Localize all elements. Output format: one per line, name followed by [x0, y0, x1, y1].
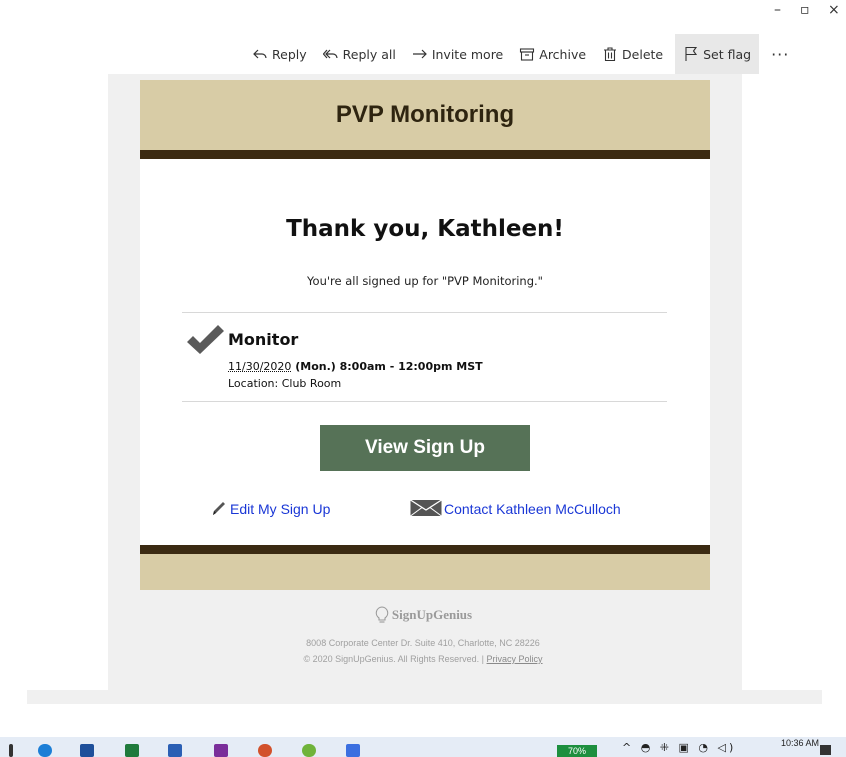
- slot-divider-top: [182, 312, 667, 313]
- logo-text: SignUpGenius: [391, 607, 473, 622]
- email-card: PVP Monitoring Thank you, Kathleen! You'…: [140, 80, 710, 590]
- edit-link-label: Edit My Sign Up: [230, 501, 331, 517]
- word-icon[interactable]: [168, 744, 182, 757]
- archive-icon: [520, 48, 535, 61]
- reply-label: Reply: [272, 46, 307, 62]
- more-options-button[interactable]: ···: [771, 45, 789, 64]
- reply-all-icon: [322, 49, 338, 59]
- envelope-icon: [410, 499, 442, 517]
- archive-button[interactable]: Archive: [519, 46, 586, 62]
- onenote-icon[interactable]: [214, 744, 228, 757]
- email-banner: PVP Monitoring: [140, 80, 710, 150]
- edge-browser-icon[interactable]: [38, 744, 52, 757]
- invite-more-button[interactable]: Invite more: [412, 46, 503, 62]
- slot-location: Location: Club Room: [228, 377, 342, 390]
- edit-my-sign-up-link[interactable]: Edit My Sign Up: [210, 499, 330, 517]
- lightbulb-icon: [375, 606, 389, 623]
- start-icon[interactable]: [9, 744, 13, 757]
- footer-band: [140, 554, 710, 590]
- windows-taskbar: 70% ^ ◓ ⁜ ▣ ◔ ◁) 10:36 AM: [0, 737, 846, 757]
- set-flag-button[interactable]: Set flag: [675, 34, 760, 74]
- reply-all-label: Reply all: [342, 46, 396, 62]
- archive-label: Archive: [539, 46, 587, 62]
- taskbar-clock[interactable]: 10:36 AM: [781, 738, 819, 748]
- slot-divider-bottom: [182, 401, 667, 402]
- copyright-text: © 2020 SignUpGenius. All Rights Reserved…: [303, 654, 487, 664]
- banner-divider: [140, 150, 710, 159]
- minimize-button[interactable]: –: [774, 2, 781, 18]
- slot-datetime: 11/30/2020 (Mon.) 8:00am - 12:00pm MST: [228, 360, 483, 373]
- delete-button[interactable]: Delete: [602, 46, 663, 62]
- pencil-icon: [213, 502, 225, 515]
- slot-date: 11/30/2020: [228, 360, 292, 373]
- view-sign-up-button[interactable]: View Sign Up: [320, 425, 530, 471]
- system-tray-icons[interactable]: ^ ◓ ⁜ ▣ ◔ ◁): [622, 741, 736, 754]
- message-toolbar: Reply Reply all Invite more Archive Dele…: [252, 34, 812, 74]
- thank-you-heading: Thank you, Kathleen!: [286, 216, 564, 242]
- app-icon[interactable]: [302, 744, 316, 757]
- battery-indicator[interactable]: 70%: [557, 745, 597, 757]
- close-button[interactable]: ×: [828, 2, 840, 18]
- signupgenius-logo: SignUpGenius: [0, 606, 846, 624]
- teams-icon[interactable]: [346, 744, 360, 757]
- excel-icon[interactable]: [125, 744, 139, 757]
- slot-title: Monitor: [228, 330, 299, 349]
- contact-organizer-link[interactable]: Contact Kathleen McCulloch: [410, 499, 621, 517]
- reply-button[interactable]: Reply: [252, 46, 307, 62]
- delete-label: Delete: [622, 46, 664, 62]
- notification-icon[interactable]: [820, 745, 831, 755]
- banner-title: PVP Monitoring: [335, 101, 515, 128]
- trash-icon: [604, 47, 617, 62]
- mail-app-icon[interactable]: [80, 744, 94, 757]
- checkmark-icon: [187, 325, 224, 354]
- flag-icon: [685, 46, 698, 61]
- reply-all-button[interactable]: Reply all: [322, 46, 396, 62]
- footer-copyright: © 2020 SignUpGenius. All Rights Reserved…: [0, 654, 846, 664]
- invite-more-label: Invite more: [431, 46, 504, 62]
- restore-button[interactable]: ▫: [800, 2, 810, 18]
- set-flag-label: Set flag: [703, 46, 752, 62]
- signup-confirmation-text: You're all signed up for "PVP Monitoring…: [307, 274, 543, 288]
- arrow-right-icon: [412, 49, 427, 59]
- slot-time-range: (Mon.) 8:00am - 12:00pm MST: [291, 360, 483, 373]
- privacy-policy-link[interactable]: Privacy Policy: [487, 654, 543, 664]
- powerpoint-icon[interactable]: [258, 744, 272, 757]
- footer-address: 8008 Corporate Center Dr. Suite 410, Cha…: [306, 638, 540, 648]
- contact-link-label: Contact Kathleen McCulloch: [444, 501, 621, 517]
- footer-divider: [140, 545, 710, 554]
- reading-pane-scroll-area: [27, 690, 822, 704]
- reply-icon: [253, 49, 267, 59]
